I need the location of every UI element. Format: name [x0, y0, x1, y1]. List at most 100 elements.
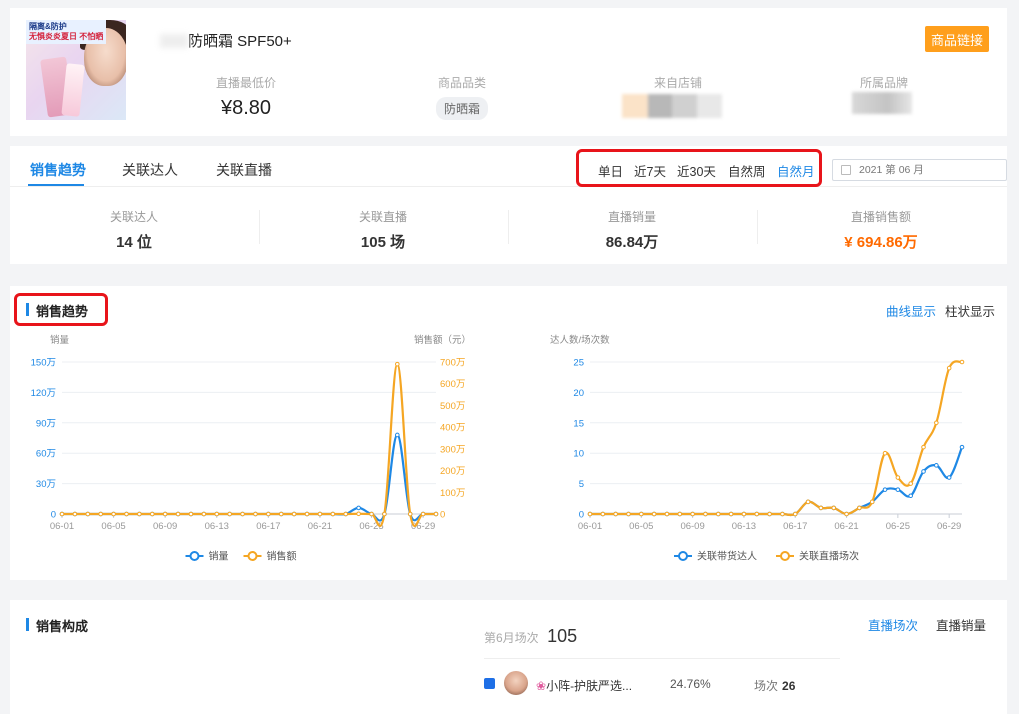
period-last-7-days[interactable]: 近7天	[634, 161, 666, 180]
data-point	[600, 511, 606, 517]
session-count-label: 场次	[754, 679, 779, 693]
image-banner-line2: 无惧炎炎夏日 不怕晒	[29, 32, 104, 41]
list-item[interactable]: ❀小阵-护肤严选... 24.76% 场次 26	[484, 670, 840, 698]
x-tick-label: 06-17	[256, 521, 280, 532]
category-tag[interactable]: 防晒霜	[435, 97, 488, 120]
month-picker-value: 2021 第 06 月	[859, 164, 924, 176]
data-point	[895, 487, 901, 492]
x-tick-label: 06-01	[578, 521, 602, 532]
category-metric: 商品品类 防晒霜	[392, 74, 532, 120]
min-price-metric: 直播最低价 ¥8.80	[176, 74, 316, 120]
period-natural-week[interactable]: 自然周	[728, 161, 766, 180]
x-tick-label: 06-17	[783, 521, 807, 532]
data-point	[895, 475, 901, 480]
tabs-card: 销售趋势 关联达人 关联直播 单日 近7天 近30天 自然周 自然月 2021 …	[10, 146, 1007, 264]
data-point	[124, 511, 129, 517]
stat-live-sales-volume: 直播销量 86.84万	[508, 208, 756, 252]
tab-related-influencers[interactable]: 关联达人	[122, 160, 178, 180]
composition-tab-sales[interactable]: 直播销量	[936, 615, 986, 634]
y-tick-label-left: 20	[573, 388, 584, 399]
tab-sales-trend[interactable]: 销售趋势	[30, 160, 86, 180]
min-price-value: ¥8.80	[220, 97, 272, 119]
y-tick-label-left: 60万	[36, 449, 56, 460]
tab-related-livestreams[interactable]: 关联直播	[216, 160, 272, 180]
composition-divider	[484, 658, 840, 659]
data-point	[407, 511, 413, 517]
legend-marker	[189, 551, 200, 561]
calendar-icon	[841, 165, 851, 175]
x-tick-label: 06-09	[680, 521, 704, 532]
flower-icon: ❀	[536, 679, 547, 693]
data-point	[330, 511, 336, 517]
total-sessions-value: 105	[547, 626, 578, 646]
product-image[interactable]: 隔离&防护 无惧炎炎夏日 不怕晒	[26, 20, 126, 120]
influencer-sessions-chart[interactable]: 达人数/场次数 0 5 10 15 20 25 06-01 06-05 06-09 06-13 06-…	[520, 330, 1000, 570]
data-point	[946, 365, 952, 371]
stat-related-influencers: 关联达人 14 位	[10, 208, 258, 252]
stat-label: 直播销售额	[850, 210, 911, 224]
y-tick-label-left: 0	[51, 510, 56, 521]
product-link-button[interactable]: 商品链接	[925, 26, 989, 52]
stat-label: 关联达人	[109, 210, 158, 224]
data-point	[908, 481, 913, 486]
sales-trend-card: 销售趋势 曲线显示 柱状显示 销量 销售额（元） 0 30万 60万 90万 120万 150…	[10, 286, 1007, 580]
shop-name-redacted[interactable]	[622, 94, 722, 118]
data-point	[85, 511, 91, 517]
curve-view-toggle[interactable]: 曲线显示	[886, 301, 936, 320]
product-tube-secondary	[61, 63, 85, 117]
brand-name-redacted[interactable]	[852, 92, 912, 114]
data-point	[356, 511, 361, 517]
avatar	[504, 671, 528, 695]
shop-metric: 来自店铺	[608, 74, 748, 91]
x-tick-label: 06-01	[50, 521, 74, 532]
data-point	[613, 511, 618, 517]
product-title-text: 防晒霜 SPF50+	[188, 33, 292, 50]
min-price-label: 直播最低价	[215, 76, 276, 90]
legend-marker	[780, 551, 790, 561]
data-point	[754, 511, 760, 517]
period-natural-month[interactable]: 自然月	[777, 161, 815, 180]
legend-label: 关联直播场次	[799, 550, 859, 563]
data-point	[921, 444, 926, 450]
data-point	[59, 511, 65, 517]
y-tick-label-left: 90万	[36, 418, 56, 429]
shop-label: 来自店铺	[653, 76, 702, 90]
x-tick-label: 06-21	[308, 521, 332, 532]
data-point	[677, 511, 683, 517]
data-point	[934, 420, 939, 426]
data-point	[664, 511, 670, 517]
session-count-value: 26	[782, 679, 796, 693]
data-point	[137, 511, 142, 517]
data-point	[162, 511, 168, 517]
x-tick-label: 06-05	[101, 521, 125, 532]
data-point	[651, 511, 657, 517]
data-point	[780, 511, 785, 517]
legend-square-icon	[484, 678, 495, 689]
stat-value: 105 场	[360, 234, 406, 251]
y-tick-label-right: 600万	[440, 379, 465, 390]
x-tick-label: 06-13	[205, 521, 229, 532]
data-point	[98, 511, 103, 517]
data-point	[188, 511, 194, 517]
total-sessions: 第6月场次 105	[484, 626, 577, 647]
month-picker[interactable]: 2021 第 06 月	[832, 159, 1007, 181]
image-banner-line1: 隔离&防护	[29, 22, 67, 31]
data-point	[908, 493, 913, 499]
data-point	[767, 511, 772, 517]
data-point	[869, 499, 875, 505]
data-point	[805, 499, 811, 505]
trend-section-title: 销售趋势	[26, 301, 88, 320]
sales-chart[interactable]: 销量 销售额（元） 0 30万 60万 90万 120万 150万 0 100万 200万 300万 4…	[10, 330, 490, 570]
period-single-day[interactable]: 单日	[598, 161, 623, 180]
y-tick-label-left: 15	[573, 418, 584, 429]
bar-view-toggle[interactable]: 柱状显示	[945, 301, 995, 320]
data-point	[934, 463, 939, 468]
composition-tab-sessions[interactable]: 直播场次	[868, 615, 918, 634]
period-last-30-days[interactable]: 近30天	[677, 161, 716, 180]
x-tick-label: 06-05	[629, 521, 653, 532]
data-point	[240, 511, 245, 517]
data-point	[946, 475, 952, 480]
y-tick-label-right: 400万	[440, 423, 465, 434]
data-point	[356, 505, 361, 511]
x-tick-label: 06-13	[732, 521, 756, 532]
